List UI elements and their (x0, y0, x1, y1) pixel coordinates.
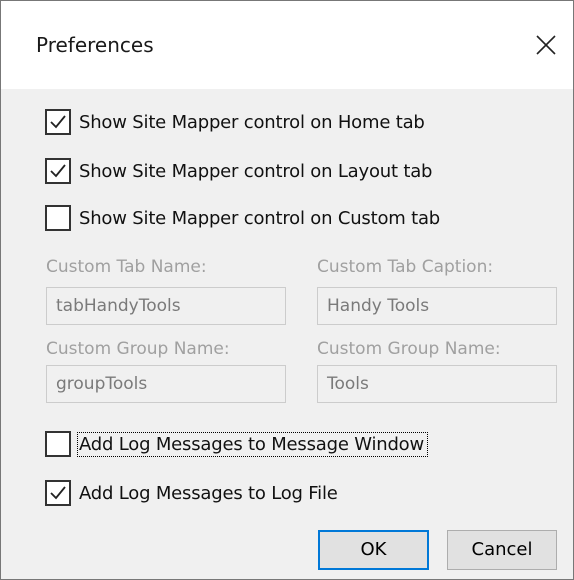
custom-tab-name-label: Custom Tab Name: (46, 257, 207, 277)
custom-tab-caption-field[interactable]: Handy Tools (317, 287, 557, 325)
home-tab-checkbox[interactable] (45, 109, 71, 135)
layout-tab-option[interactable]: Show Site Mapper control on Layout tab (45, 156, 432, 186)
custom-tab-checkbox[interactable] (45, 205, 71, 231)
title-bar: Preferences (1, 1, 573, 89)
log-file-option[interactable]: Add Log Messages to Log File (45, 478, 338, 508)
layout-tab-checkbox[interactable] (45, 158, 71, 184)
custom-group-caption-label: Custom Group Name: (317, 339, 501, 359)
custom-tab-label: Show Site Mapper control on Custom tab (79, 207, 441, 229)
custom-tab-name-field[interactable]: tabHandyTools (46, 287, 286, 325)
log-message-window-label: Add Log Messages to Message Window (76, 431, 429, 457)
home-tab-option[interactable]: Show Site Mapper control on Home tab (45, 107, 425, 137)
close-icon (536, 35, 556, 55)
checkmark-icon (50, 115, 66, 129)
ok-button[interactable]: OK (318, 530, 429, 570)
cancel-button[interactable]: Cancel (447, 530, 557, 570)
checkmark-icon (50, 164, 66, 178)
home-tab-label: Show Site Mapper control on Home tab (79, 111, 425, 133)
checkmark-icon (50, 486, 66, 500)
preferences-dialog: Preferences Show Site Mapper control on … (0, 0, 574, 580)
custom-group-name-label: Custom Group Name: (46, 339, 230, 359)
dialog-title: Preferences (36, 33, 154, 57)
custom-tab-option[interactable]: Show Site Mapper control on Custom tab (45, 203, 440, 233)
log-file-checkbox[interactable] (45, 480, 71, 506)
log-file-label: Add Log Messages to Log File (79, 482, 338, 504)
custom-group-name-field[interactable]: groupTools (46, 365, 286, 403)
log-message-window-checkbox[interactable] (45, 431, 71, 457)
custom-group-caption-field[interactable]: Tools (317, 365, 557, 403)
log-message-window-option[interactable]: Add Log Messages to Message Window (45, 429, 429, 459)
close-button[interactable] (526, 25, 566, 65)
custom-tab-caption-label: Custom Tab Caption: (317, 257, 494, 277)
layout-tab-label: Show Site Mapper control on Layout tab (79, 160, 433, 182)
